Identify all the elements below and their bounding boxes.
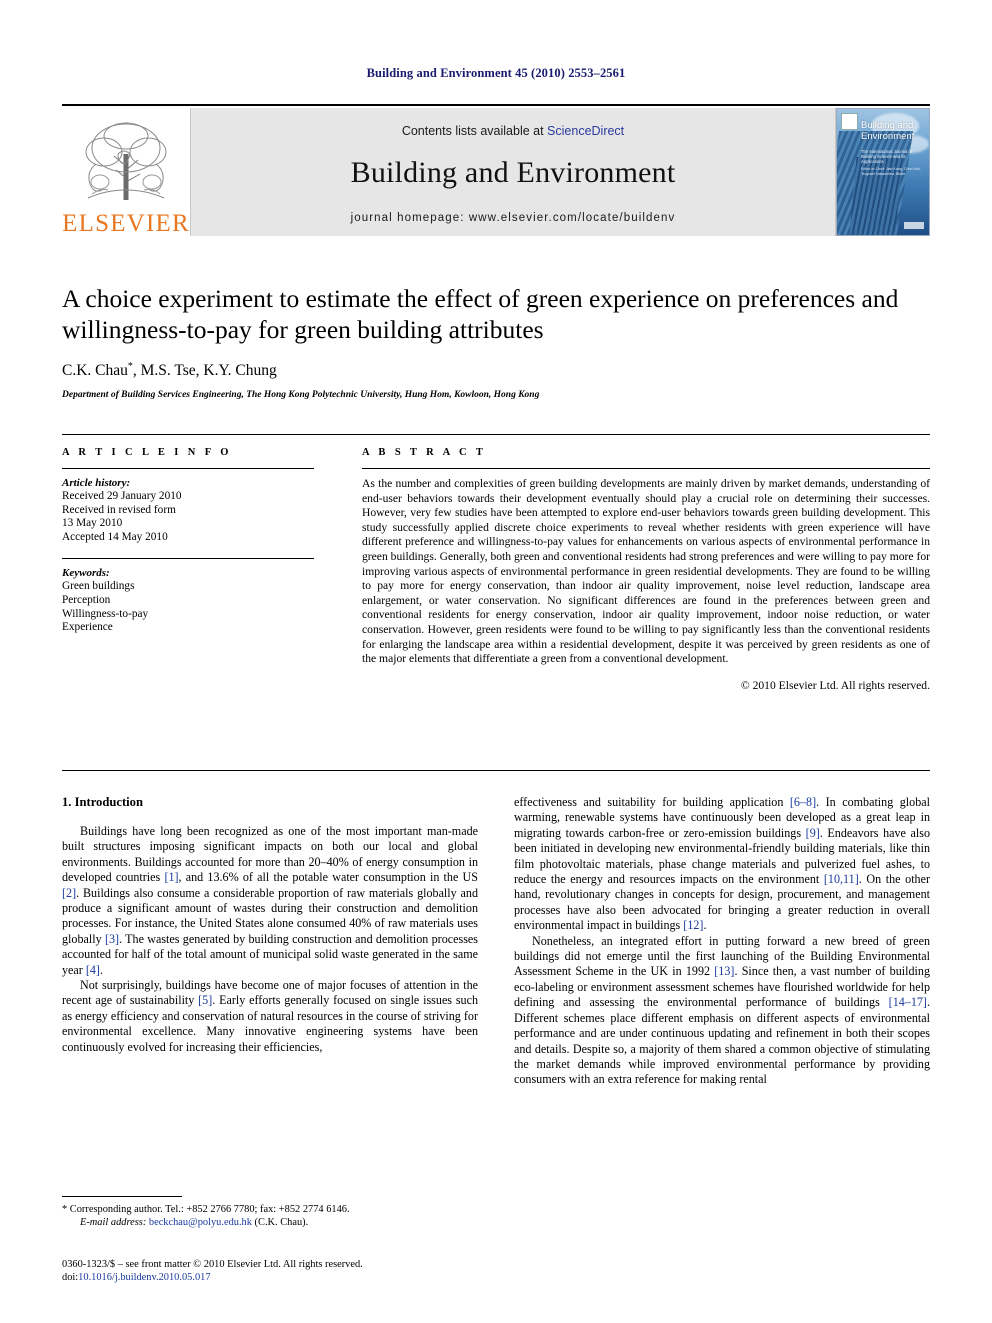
- keyword-item: Green buildings: [62, 580, 135, 593]
- page-title: A choice experiment to estimate the effe…: [62, 284, 899, 344]
- title-block: A choice experiment to estimate the effe…: [62, 283, 930, 400]
- keywords-label: Keywords:: [62, 567, 110, 580]
- article-history-label: Article history:: [62, 477, 131, 489]
- doi-link[interactable]: 10.1016/j.buildenv.2010.05.017: [78, 1272, 210, 1283]
- email-label: E-mail address:: [80, 1217, 147, 1228]
- history-item: 13 May 2010: [62, 517, 123, 530]
- elsevier-tree-icon: [85, 122, 167, 200]
- cover-title-line2: Environment: [861, 130, 915, 142]
- cover-title: Building and Environment: [861, 120, 925, 142]
- footnote-block: * Corresponding author. Tel.: +852 2766 …: [62, 1196, 478, 1229]
- info-abstract-region: A R T I C L E I N F O Article history: R…: [62, 434, 930, 692]
- email-note: E-mail address: beckchau@polyu.edu.hk (C…: [62, 1216, 478, 1229]
- journal-homepage-link[interactable]: journal homepage: www.elsevier.com/locat…: [351, 212, 676, 224]
- citation-ref[interactable]: [5]: [198, 993, 212, 1007]
- citation-ref[interactable]: [10,11]: [824, 872, 859, 886]
- cover-editors: Editor-in-Chief: Jian Kang, Chun Wai, Ts…: [861, 167, 921, 176]
- article-info-column: A R T I C L E I N F O Article history: R…: [62, 435, 314, 692]
- section-heading-introduction: 1. Introduction: [62, 795, 143, 809]
- keyword-item: Perception: [62, 593, 111, 606]
- corresponding-author-note: * Corresponding author. Tel.: +852 2766 …: [62, 1204, 350, 1215]
- journal-article-page: Building and Environment 45 (2010) 2553–…: [0, 0, 992, 1323]
- affiliation: Department of Building Services Engineer…: [62, 390, 540, 401]
- keyword-item: Willingness-to-pay: [62, 607, 149, 620]
- column-gap: [314, 435, 362, 692]
- sciencedirect-link[interactable]: ScienceDirect: [547, 124, 624, 138]
- doi-line: doi:10.1016/j.buildenv.2010.05.017: [62, 1271, 522, 1284]
- citation-ref[interactable]: [13]: [714, 964, 734, 978]
- divider: [362, 468, 930, 469]
- divider: [62, 770, 930, 771]
- copyright-line: © 2010 Elsevier Ltd. All rights reserved…: [740, 678, 930, 692]
- column-gap: [478, 795, 514, 1225]
- cover-subtitle: The International Journal of Building Sc…: [861, 149, 912, 165]
- divider: [62, 558, 314, 560]
- footnote-divider: [62, 1196, 182, 1197]
- author-list: C.K. Chau*, M.S. Tse, K.Y. Chung: [62, 361, 277, 380]
- citation-ref[interactable]: [3]: [105, 932, 119, 946]
- journal-title: Building and Environment: [350, 156, 676, 189]
- elsevier-logo: ELSEVIER: [62, 108, 190, 238]
- body-columns: 1. Introduction Buildings have long been…: [62, 795, 930, 1225]
- body-left-column: 1. Introduction Buildings have long been…: [62, 795, 478, 1225]
- issn-copyright-block: 0360-1323/$ – see front matter © 2010 El…: [62, 1258, 522, 1285]
- history-item: Received in revised form: [62, 503, 176, 516]
- abstract-text: As the number and complexities of green …: [362, 477, 930, 666]
- keyword-item: Experience: [62, 621, 113, 634]
- contents-prefix: Contents lists available at: [401, 124, 548, 138]
- divider: [62, 468, 314, 469]
- paragraph: Nonetheless, an integrated effort in put…: [514, 933, 930, 1087]
- elsevier-wordmark: ELSEVIER: [62, 210, 190, 237]
- paragraph: Not surprisingly, buildings have become …: [62, 978, 478, 1054]
- citation-ref[interactable]: [1]: [164, 870, 178, 884]
- journal-cover-thumbnail: Building and Environment The Internation…: [836, 108, 930, 236]
- doi-label: doi:: [62, 1272, 79, 1284]
- cover-corner-badge: [904, 222, 924, 229]
- journal-masthead: ELSEVIER Contents lists available at Sci…: [62, 104, 930, 236]
- cover-elsevier-badge-icon: [841, 113, 858, 130]
- contents-available-line: Contents lists available at ScienceDirec…: [402, 124, 624, 138]
- citation-ref[interactable]: [2]: [62, 886, 76, 900]
- citation-ref[interactable]: [4]: [86, 963, 100, 977]
- cover-title-line1: Building and: [861, 120, 914, 131]
- abstract-heading: A B S T R A C T: [362, 447, 487, 458]
- corresponding-marker: *: [127, 361, 133, 372]
- body-right-column: effectiveness and suitability for buildi…: [514, 795, 930, 1225]
- history-item: Received 29 January 2010: [62, 490, 182, 502]
- citation-ref[interactable]: [6–8]: [790, 795, 816, 809]
- abstract-column: A B S T R A C T As the number and comple…: [362, 435, 930, 692]
- email-suffix: (C.K. Chau).: [251, 1217, 309, 1228]
- paragraph: effectiveness and suitability for buildi…: [514, 795, 931, 933]
- paragraph: Buildings have long been recognized as o…: [62, 824, 478, 977]
- article-info-heading: A R T I C L E I N F O: [62, 447, 232, 458]
- history-item: Accepted 14 May 2010: [62, 530, 168, 543]
- running-head: Building and Environment 45 (2010) 2553–…: [366, 66, 626, 80]
- masthead-center: Contents lists available at ScienceDirec…: [190, 108, 836, 236]
- email-link[interactable]: beckchau@polyu.edu.hk: [149, 1217, 252, 1228]
- citation-ref[interactable]: [12]: [683, 918, 703, 932]
- citation-ref[interactable]: [14–17]: [889, 995, 927, 1009]
- issn-line: 0360-1323/$ – see front matter © 2010 El…: [62, 1259, 363, 1270]
- citation-ref[interactable]: [9]: [806, 826, 820, 840]
